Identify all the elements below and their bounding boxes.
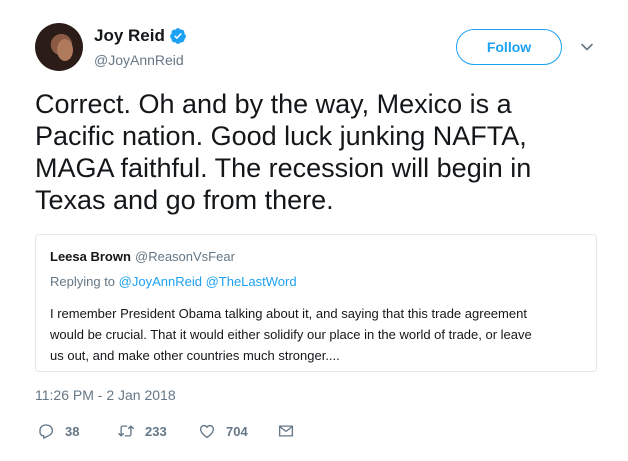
quoted-text: I remember President Obama talking about… <box>50 303 585 366</box>
quoted-tweet[interactable]: Leesa Brown @ReasonVsFear Replying to @J… <box>35 234 597 372</box>
chevron-down-icon[interactable] <box>580 40 594 54</box>
reply-button[interactable]: 38 <box>37 421 79 441</box>
quoted-text-line: us out, and make other countries much st… <box>50 348 340 363</box>
like-count: 704 <box>226 423 248 439</box>
tweet-timestamp[interactable]: 11:26 PM - 2 Jan 2018 <box>35 387 176 403</box>
tweet-card: Joy Reid @JoyAnnReid Follow Correct. Oh … <box>0 0 628 461</box>
replying-to-mentions[interactable]: @JoyAnnReid @TheLastWord <box>119 274 297 289</box>
author-name[interactable]: Joy Reid <box>94 26 165 46</box>
tweet-text-line: Pacific nation. Good luck junking NAFTA, <box>35 121 527 151</box>
quoted-author-handle: @ReasonVsFear <box>135 249 235 264</box>
replying-to-label: Replying to <box>50 274 116 289</box>
author-handle[interactable]: @JoyAnnReid <box>94 52 184 68</box>
quoted-author-name: Leesa Brown <box>50 249 131 264</box>
tweet-text-line: Texas and go from there. <box>35 185 334 215</box>
envelope-icon <box>278 425 294 437</box>
reply-count: 38 <box>65 423 80 439</box>
like-button[interactable]: 704 <box>198 421 248 441</box>
reply-icon <box>39 424 54 439</box>
tweet-text-line: MAGA faithful. The recession will begin … <box>35 153 532 183</box>
quoted-text-line: I remember President Obama talking about… <box>50 306 527 321</box>
retweet-button[interactable]: 233 <box>117 421 167 441</box>
follow-button[interactable]: Follow <box>456 29 562 65</box>
heart-icon <box>199 424 215 439</box>
replying-to: Replying to @JoyAnnReid @TheLastWord <box>50 274 297 289</box>
avatar[interactable] <box>35 23 83 71</box>
direct-message-button[interactable] <box>277 421 295 441</box>
retweet-count: 233 <box>145 423 167 439</box>
verified-badge-icon <box>170 28 186 44</box>
tweet-text-line: Correct. Oh and by the way, Mexico is a <box>35 89 512 119</box>
tweet-text: Correct. Oh and by the way, Mexico is a … <box>35 88 600 216</box>
quoted-text-line: would be crucial. That it would either s… <box>50 327 532 342</box>
retweet-icon <box>118 425 134 437</box>
